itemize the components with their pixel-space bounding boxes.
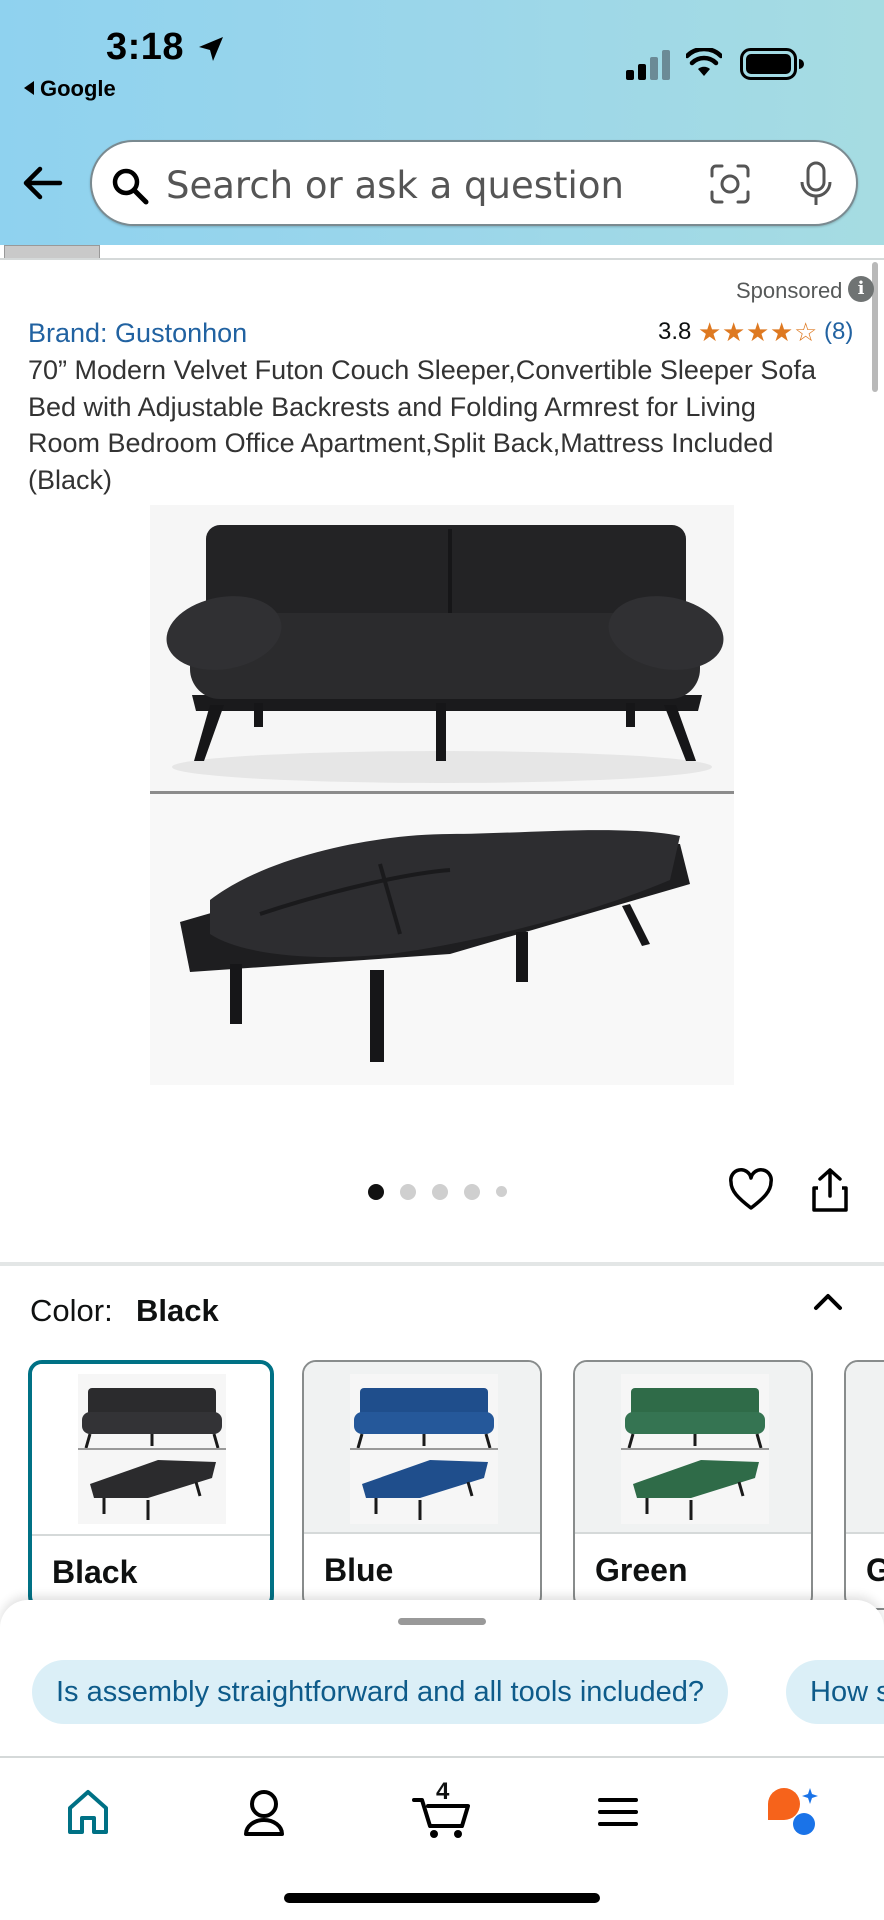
- carousel-dot[interactable]: [496, 1186, 507, 1198]
- sponsored-label: Sponsored: [736, 278, 843, 303]
- swatch-thumbnail: [846, 1362, 884, 1532]
- color-swatch-black[interactable]: Black: [28, 1360, 274, 1610]
- suggestions-sheet: Is assembly straightforward and all tool…: [0, 1600, 884, 1756]
- swatch-divider: [846, 1532, 884, 1534]
- top-bar: 3:18 Google Search or ask a question: [0, 0, 884, 245]
- back-triangle-icon: [24, 81, 34, 95]
- image-carousel-dots[interactable]: [368, 1183, 523, 1201]
- blue-sofa-thumbnail: [350, 1374, 498, 1524]
- star-full-icon: ★: [770, 317, 794, 347]
- battery-icon: [740, 48, 804, 80]
- carousel-dot[interactable]: [464, 1183, 480, 1200]
- search-placeholder: Search or ask a question: [166, 164, 624, 207]
- back-to-app-link[interactable]: Google: [24, 76, 116, 102]
- swatch-divider: [575, 1532, 811, 1534]
- sofa-upright-image: [150, 505, 734, 791]
- chevron-up-icon[interactable]: [808, 1286, 848, 1318]
- carousel-dot[interactable]: [432, 1183, 448, 1200]
- swatch-label: Green: [595, 1552, 688, 1588]
- product-image[interactable]: [150, 505, 734, 1085]
- suggestion-chip[interactable]: How s: [786, 1660, 884, 1724]
- color-swatch-green[interactable]: Green: [573, 1360, 813, 1610]
- product-title: 70” Modern Velvet Futon Couch Sleeper,Co…: [28, 355, 816, 495]
- star-full-icon: ★: [746, 317, 770, 347]
- heart-icon[interactable]: [728, 1168, 774, 1214]
- green-sofa-thumbnail: [621, 1374, 769, 1524]
- rufus-assistant-icon[interactable]: [762, 1782, 822, 1842]
- color-swatch-blue[interactable]: Blue: [302, 1360, 542, 1610]
- divider: [0, 258, 884, 260]
- product-page: 3:18 Google Search or ask a question Spo…: [0, 0, 884, 1920]
- scrollbar[interactable]: [872, 262, 878, 392]
- rating-value: 3.8: [658, 318, 692, 345]
- swatch-thumbnail: [575, 1362, 811, 1532]
- star-full-icon: ★: [722, 317, 746, 347]
- wifi-icon: [686, 48, 722, 76]
- star-full-icon: ★: [698, 317, 722, 347]
- home-indicator[interactable]: [284, 1893, 600, 1903]
- swatch-divider: [304, 1532, 540, 1534]
- search-input[interactable]: Search or ask a question: [90, 140, 858, 226]
- sheet-handle[interactable]: [398, 1618, 486, 1625]
- back-arrow-icon[interactable]: [20, 160, 66, 206]
- cart-count-badge: 4: [436, 1778, 450, 1805]
- color-swatch-partial[interactable]: G: [844, 1360, 884, 1610]
- location-arrow-icon: [199, 37, 223, 61]
- camera-scan-icon[interactable]: [708, 162, 752, 206]
- brand-link[interactable]: Brand: Gustonhon: [28, 318, 247, 349]
- swatch-thumbnail: [32, 1364, 270, 1534]
- home-icon[interactable]: [58, 1782, 118, 1842]
- review-count-link[interactable]: (8): [824, 318, 853, 346]
- microphone-icon[interactable]: [798, 160, 834, 208]
- selected-color: Black: [136, 1293, 219, 1328]
- star-empty-icon: ☆: [794, 317, 818, 347]
- swatch-label: Blue: [324, 1552, 394, 1588]
- star-rating[interactable]: ★★★★☆: [698, 318, 818, 346]
- swatch-thumbnail: [304, 1362, 540, 1532]
- color-label: Color:: [30, 1293, 113, 1328]
- carousel-dot-active[interactable]: [368, 1183, 384, 1200]
- menu-icon[interactable]: [588, 1782, 648, 1842]
- section-divider: [0, 1262, 884, 1266]
- cellular-signal-icon: [626, 50, 670, 80]
- carousel-dot[interactable]: [400, 1183, 416, 1200]
- search-icon: [112, 168, 149, 205]
- swatch-label: G: [866, 1552, 884, 1589]
- share-icon[interactable]: [810, 1166, 850, 1214]
- back-app-label: Google: [40, 76, 116, 101]
- sofa-bed-image: [150, 794, 734, 1085]
- previous-result-thumbnail: [4, 245, 100, 259]
- account-icon[interactable]: [234, 1782, 294, 1842]
- swatch-label: Black: [52, 1554, 138, 1590]
- info-icon[interactable]: i: [848, 276, 874, 302]
- status-time: 3:18: [106, 26, 185, 68]
- swatch-divider: [32, 1534, 270, 1536]
- suggestion-chip[interactable]: Is assembly straightforward and all tool…: [32, 1660, 728, 1724]
- black-sofa-thumbnail: [78, 1374, 226, 1524]
